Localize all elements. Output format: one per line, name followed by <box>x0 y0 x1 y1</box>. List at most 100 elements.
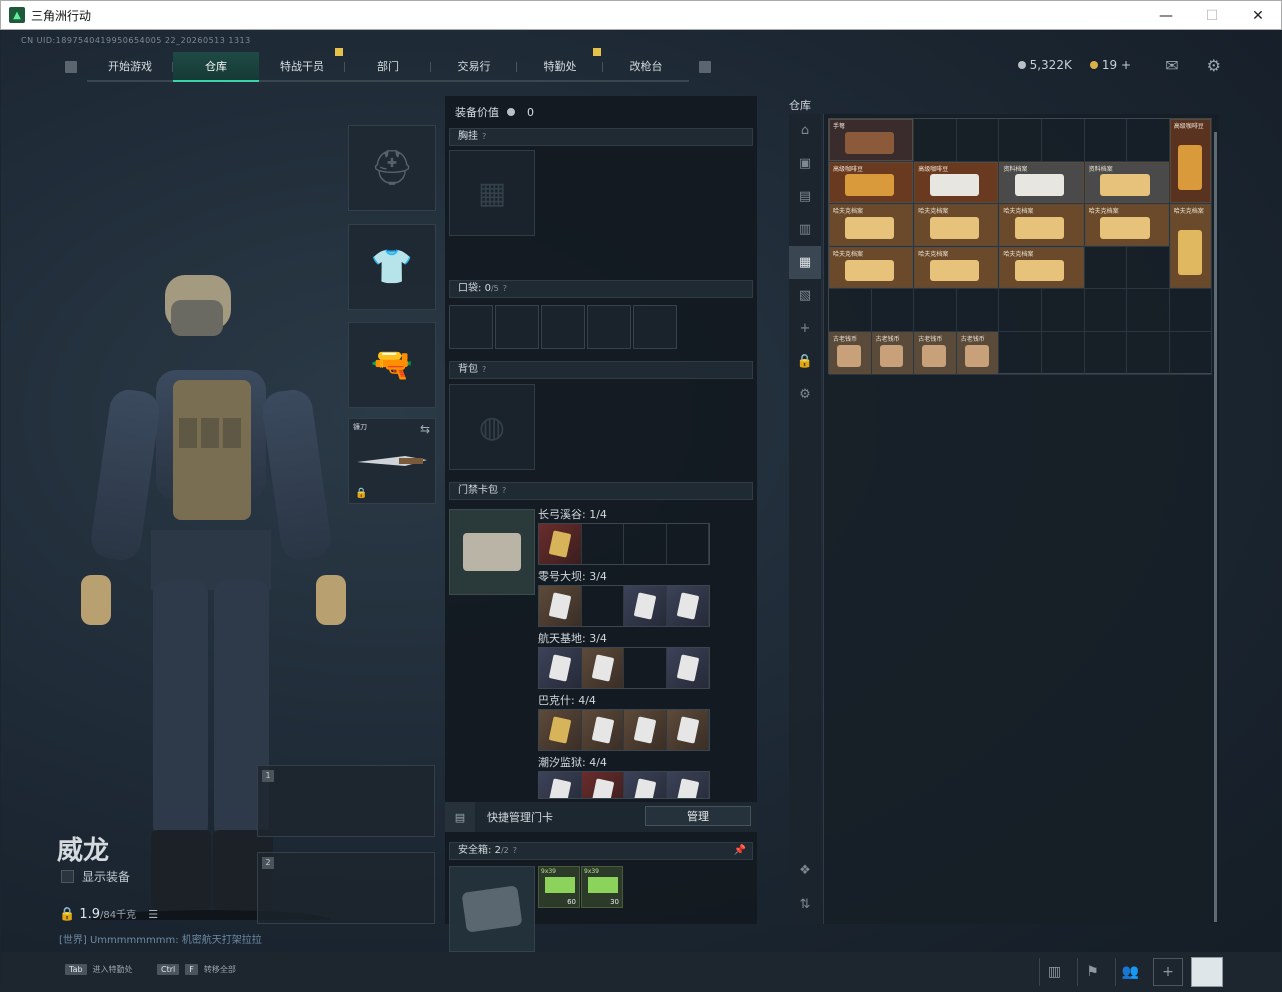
warehouse-item[interactable]: 哈夫克档案 <box>1084 204 1169 246</box>
add-tab-icon[interactable]: + <box>789 312 821 345</box>
warehouse-item[interactable]: 手弩 <box>829 119 914 161</box>
grid-cell[interactable] <box>871 289 915 332</box>
grid-cell[interactable] <box>1041 289 1085 332</box>
keycard-item[interactable] <box>539 772 582 798</box>
pistol-slot[interactable]: 🔫 <box>348 322 436 408</box>
keycard-empty[interactable] <box>582 586 624 626</box>
tab-special-ops[interactable]: 特勤处 <box>517 48 603 82</box>
list-icon[interactable]: ☰ <box>148 908 158 921</box>
hint-enter-special[interactable]: Tab 进入特勤处 <box>65 964 133 975</box>
warehouse-item[interactable]: 哈夫克档案 <box>914 246 999 289</box>
maximize-button[interactable]: ☐ <box>1189 1 1235 31</box>
swap-icon[interactable]: ⇆ <box>420 422 430 436</box>
lock-icon[interactable]: 🔒 <box>789 345 821 378</box>
warehouse-scrollbar[interactable] <box>1214 132 1217 922</box>
pocket-slot[interactable] <box>495 305 539 349</box>
grid-cell[interactable] <box>1127 289 1170 332</box>
grid-cell[interactable] <box>1084 331 1128 375</box>
grid-cell[interactable] <box>829 289 872 332</box>
warehouse-tab-4-icon[interactable]: ▥ <box>789 213 821 246</box>
grid-cell[interactable] <box>1127 119 1170 162</box>
keycard-holder-slot[interactable] <box>449 509 535 595</box>
grid-cell[interactable] <box>1084 289 1128 332</box>
keycard-item[interactable] <box>539 710 582 750</box>
keycard-item[interactable] <box>624 772 667 798</box>
pocket-slot[interactable] <box>541 305 585 349</box>
flag-icon[interactable]: ⚑ <box>1077 958 1107 986</box>
warehouse-item[interactable]: 高级咖啡豆 <box>914 161 999 204</box>
grid-cell[interactable] <box>914 289 957 332</box>
keycard-item[interactable] <box>581 710 624 750</box>
keycard-item[interactable] <box>624 586 667 626</box>
warehouse-tab-6-icon[interactable]: ▧ <box>789 279 821 312</box>
warehouse-item[interactable]: 哈夫克档案 <box>999 204 1084 246</box>
warehouse-item[interactable]: 哈夫克档案 <box>914 204 999 246</box>
tab-gunsmith[interactable]: 改枪台 <box>603 52 689 82</box>
manage-button[interactable]: 管理 <box>645 806 751 826</box>
warehouse-item[interactable]: 古老钱币 <box>829 332 871 374</box>
secondary-weapon-slot[interactable]: 2 <box>257 852 435 924</box>
warehouse-item[interactable]: 哈夫克档案 <box>1169 204 1212 289</box>
stats-icon[interactable]: ▥ <box>1039 958 1069 986</box>
grid-cell[interactable] <box>999 119 1042 162</box>
safe-box-slot[interactable] <box>449 866 535 952</box>
warehouse-item[interactable]: 资料档案 <box>1084 161 1169 204</box>
tab-warehouse[interactable]: 仓库 <box>173 52 259 82</box>
warehouse-tab-2-icon[interactable]: ▣ <box>789 147 821 180</box>
warehouse-tab-all-icon[interactable]: ⌂ <box>789 114 821 147</box>
keycard-item[interactable] <box>581 648 624 688</box>
help-icon[interactable]: ? <box>503 284 507 293</box>
keycard-empty[interactable] <box>624 524 667 564</box>
gear-icon[interactable]: ⚙ <box>789 378 821 411</box>
keycard-item[interactable] <box>624 710 667 750</box>
nav-prev-icon[interactable] <box>65 61 77 73</box>
warehouse-item[interactable]: 古老钱币 <box>871 332 914 374</box>
warehouse-tab-3-icon[interactable]: ▤ <box>789 180 821 213</box>
minimize-button[interactable]: — <box>1143 1 1189 31</box>
grid-cell[interactable] <box>1084 119 1128 162</box>
grid-cell[interactable] <box>914 119 957 162</box>
tab-operators[interactable]: 特战干员 <box>259 48 345 82</box>
help-icon[interactable]: ? <box>513 846 517 855</box>
chest-rig-slot[interactable]: ▦ <box>449 150 535 236</box>
grid-cell[interactable] <box>956 119 1000 162</box>
melee-slot[interactable]: 镰刀 ⇆ 🔒 <box>348 418 436 504</box>
warehouse-item[interactable]: 哈夫克档案 <box>999 246 1084 289</box>
grid-cell[interactable] <box>1041 119 1085 162</box>
sort-icon[interactable]: ⇅ <box>789 888 821 921</box>
friends-icon[interactable]: 👥 <box>1115 958 1145 986</box>
pocket-slot[interactable] <box>633 305 677 349</box>
help-icon[interactable]: ? <box>502 486 506 495</box>
keycard-item[interactable] <box>666 710 709 750</box>
warehouse-item[interactable]: 高级咖啡豆 <box>829 161 914 204</box>
add-gold-button[interactable]: + <box>1121 58 1131 72</box>
keycard-empty[interactable] <box>582 524 624 564</box>
ammo-item[interactable]: 9x39 30 <box>581 866 623 908</box>
help-icon[interactable]: ? <box>482 365 486 374</box>
keycard-empty[interactable] <box>624 648 667 688</box>
tab-department[interactable]: 部门 <box>345 52 431 82</box>
warehouse-item[interactable]: 资料档案 <box>999 161 1084 204</box>
ammo-item[interactable]: 9x39 60 <box>538 866 580 908</box>
keycard-item[interactable] <box>581 772 624 798</box>
silver-currency[interactable]: 5,322K <box>1017 58 1072 72</box>
keycard-item[interactable] <box>666 648 709 688</box>
grid-cell[interactable] <box>1127 246 1170 290</box>
keycard-empty[interactable] <box>667 524 709 564</box>
pocket-slot[interactable] <box>449 305 493 349</box>
hint-transfer-all[interactable]: Ctrl F 转移全部 <box>157 964 236 975</box>
grid-cell[interactable] <box>1169 289 1213 332</box>
helmet-slot[interactable]: ⛑ <box>348 125 436 211</box>
warehouse-item[interactable]: 高级咖啡豆 <box>1169 119 1212 204</box>
primary-weapon-slot[interactable]: 1 <box>257 765 435 837</box>
keycard-item[interactable] <box>539 586 582 626</box>
keycard-item[interactable] <box>666 586 709 626</box>
grid-cell[interactable] <box>1169 331 1213 375</box>
keycard-item[interactable] <box>539 648 582 688</box>
grid-cell[interactable] <box>1041 331 1085 375</box>
grid-cell[interactable] <box>956 289 1000 332</box>
warehouse-item[interactable]: 古老钱币 <box>914 332 956 374</box>
tab-start-game[interactable]: 开始游戏 <box>87 52 173 82</box>
warehouse-item[interactable]: 哈夫克档案 <box>829 204 914 246</box>
avatar[interactable] <box>1191 957 1223 987</box>
